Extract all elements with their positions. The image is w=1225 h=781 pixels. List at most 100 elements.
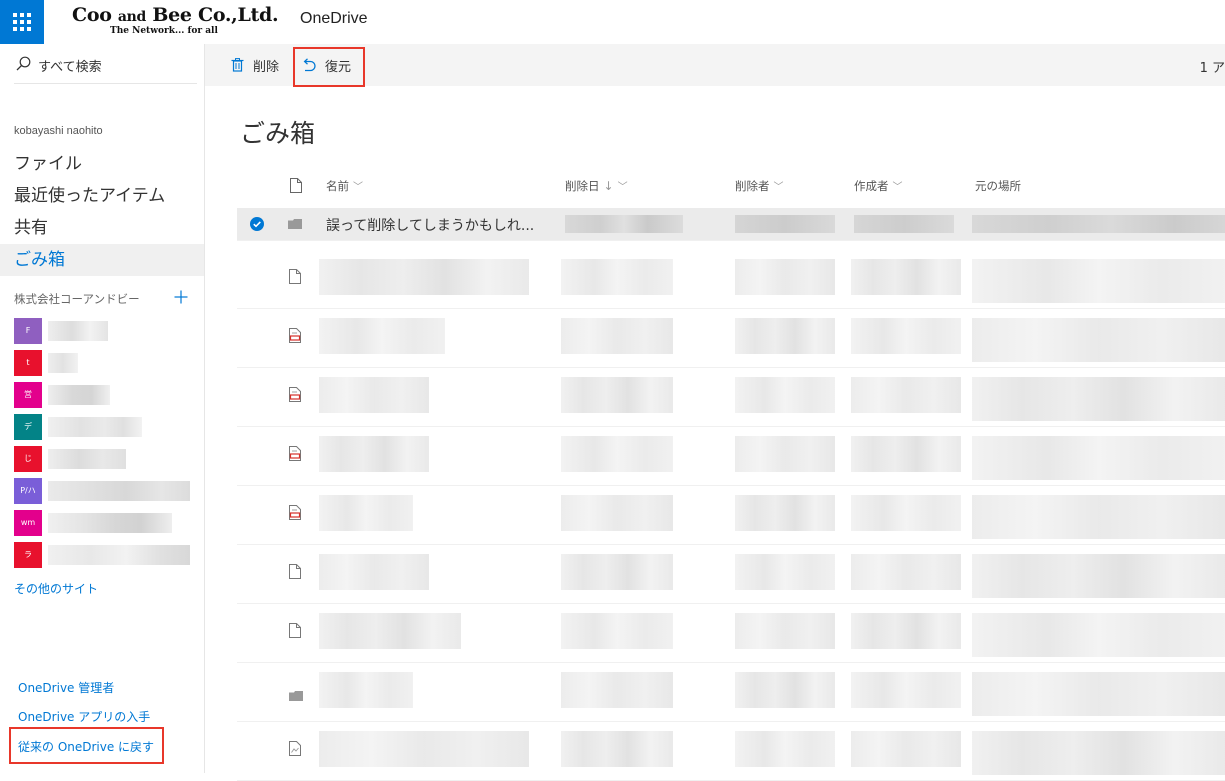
blurred-cell: [851, 495, 961, 531]
blurred-cell: [319, 613, 461, 649]
blurred-cell: [972, 259, 1225, 303]
blurred-cell: [561, 554, 673, 590]
blurred-cell: [319, 377, 429, 413]
column-header-row: 名前 ﹀ 削除日 ↓ ﹀ 削除者 ﹀ 作成者 ﹀ 元の場所: [237, 170, 1225, 202]
table-row[interactable]: [237, 426, 1225, 486]
blurred-cell: [319, 495, 413, 531]
table-row[interactable]: [237, 367, 1225, 427]
site-badge: P/ハ: [14, 478, 42, 504]
blurred-cell: [735, 554, 835, 590]
user-name: kobayashi naohito: [14, 125, 103, 137]
table-row[interactable]: [237, 308, 1225, 368]
site-item[interactable]: t: [14, 350, 204, 376]
site-item[interactable]: F: [14, 318, 204, 344]
chevron-down-icon: ﹀: [617, 182, 628, 193]
site-item[interactable]: ラ: [14, 542, 204, 568]
blurred-cell: [972, 436, 1225, 480]
checkmark-icon[interactable]: [250, 217, 264, 231]
app-title[interactable]: OneDrive: [300, 10, 368, 28]
blurred-cell: [561, 318, 673, 354]
blurred-cell: [561, 672, 673, 708]
site-name-blurred: [48, 353, 78, 373]
pdf-icon: [289, 505, 301, 524]
site-badge: wm: [14, 510, 42, 536]
column-deleted-by[interactable]: 削除者 ﹀: [735, 178, 784, 194]
get-onedrive-apps-link[interactable]: OneDrive アプリの入手: [18, 708, 150, 725]
search-icon: [16, 56, 31, 71]
site-badge: デ: [14, 414, 42, 440]
site-item[interactable]: デ: [14, 414, 204, 440]
blurred-cell: [972, 377, 1225, 421]
search-box[interactable]: すべて検索: [0, 44, 205, 84]
blurred-cell: [972, 613, 1225, 657]
company-logo[interactable]: Coo and Bee Co.,Ltd. The Network... for …: [72, 4, 279, 36]
blurred-cell: [851, 436, 961, 472]
blurred-cell: [319, 731, 529, 767]
blurred-cell: [851, 731, 961, 767]
blurred-cell: [561, 377, 673, 413]
trash-icon: [231, 58, 244, 72]
blurred-cell: [735, 377, 835, 413]
table-row[interactable]: [237, 662, 1225, 722]
chevron-down-icon: ﹀: [353, 182, 363, 193]
column-original-location[interactable]: 元の場所: [975, 178, 1021, 194]
blurred-cell: [565, 215, 683, 233]
table-row[interactable]: [237, 603, 1225, 663]
blurred-cell: [851, 613, 961, 649]
site-name-blurred: [48, 545, 190, 565]
table-row[interactable]: [237, 485, 1225, 545]
app-launcher-icon[interactable]: [0, 0, 44, 44]
column-name[interactable]: 名前 ﹀: [326, 178, 363, 194]
blurred-cell: [851, 554, 961, 590]
table-row[interactable]: [237, 721, 1225, 781]
blurred-cell: [972, 554, 1225, 598]
add-site-icon[interactable]: [174, 290, 188, 304]
onedrive-admin-link[interactable]: OneDrive 管理者: [18, 679, 114, 696]
more-sites-link[interactable]: その他のサイト: [14, 580, 98, 597]
column-created-by[interactable]: 作成者 ﹀: [854, 178, 903, 194]
site-name-blurred: [48, 449, 126, 469]
site-item[interactable]: 営: [14, 382, 204, 408]
blurred-cell: [735, 259, 835, 295]
blurred-cell: [561, 495, 673, 531]
blurred-cell: [972, 318, 1225, 362]
site-item[interactable]: じ: [14, 446, 204, 472]
sort-down-arrow-icon: ↓: [603, 179, 614, 193]
blurred-cell: [319, 318, 445, 354]
file-type-icon[interactable]: [290, 178, 302, 193]
nav-recent[interactable]: 最近使ったアイテム: [0, 180, 204, 212]
column-deleted-date[interactable]: 削除日 ↓ ﹀: [565, 178, 628, 194]
table-row[interactable]: [237, 249, 1225, 309]
site-name-blurred: [48, 321, 108, 341]
folder-icon: [288, 219, 302, 229]
site-badge: 営: [14, 382, 42, 408]
nav-shared[interactable]: 共有: [0, 212, 204, 244]
blurred-cell: [561, 613, 673, 649]
blurred-cell: [735, 436, 835, 472]
nav-recycle-bin[interactable]: ごみ箱: [0, 244, 204, 276]
site-item[interactable]: P/ハ: [14, 478, 204, 504]
blurred-cell: [735, 613, 835, 649]
site-name-blurred: [48, 385, 110, 405]
image-file-icon: [289, 741, 301, 760]
top-bar: Coo and Bee Co.,Ltd. The Network... for …: [0, 0, 1225, 44]
blurred-cell: [854, 215, 954, 233]
blurred-cell: [735, 731, 835, 767]
site-item[interactable]: wm: [14, 510, 204, 536]
document-icon: [289, 269, 301, 288]
folder-icon: [289, 686, 303, 705]
blurred-cell: [851, 672, 961, 708]
site-badge: F: [14, 318, 42, 344]
blurred-cell: [561, 731, 673, 767]
pdf-icon: [289, 387, 301, 406]
delete-button[interactable]: 削除: [231, 44, 279, 86]
file-name[interactable]: 誤って削除してしまうかもしれ...: [326, 215, 534, 235]
table-row[interactable]: [237, 544, 1225, 604]
nav-files[interactable]: ファイル: [0, 148, 204, 180]
blurred-cell: [319, 436, 429, 472]
blurred-cell: [851, 259, 961, 295]
left-navigation: すべて検索 kobayashi naohito ファイル 最近使ったアイテム 共…: [0, 44, 205, 773]
table-row-selected[interactable]: 誤って削除してしまうかもしれ...: [237, 208, 1225, 241]
blurred-cell: [972, 672, 1225, 716]
site-badge: t: [14, 350, 42, 376]
